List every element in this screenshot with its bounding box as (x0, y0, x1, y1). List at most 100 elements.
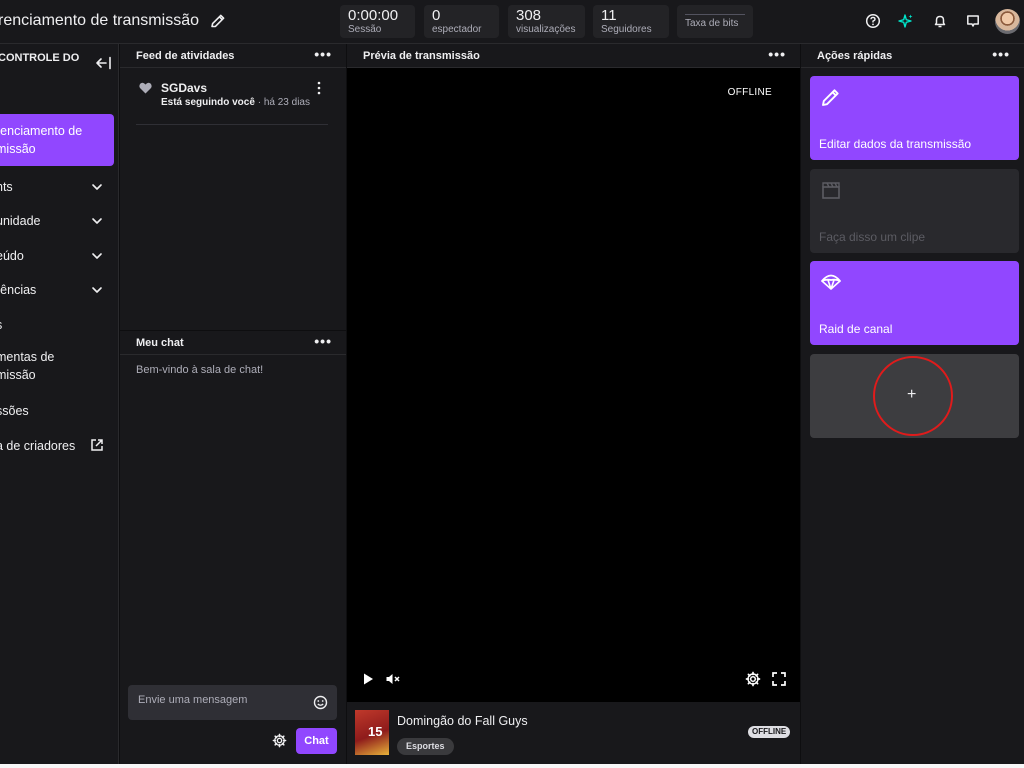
kebab-menu-icon[interactable] (316, 81, 322, 95)
stat-followers[interactable]: 11 Seguidores (593, 5, 669, 38)
quick-actions-panel: Ações rápidas ••• Editar dados da transm… (801, 44, 1024, 764)
quick-action-label: Editar dados da transmissão (819, 137, 972, 151)
help-icon[interactable] (863, 11, 883, 31)
sidebar-item-label: rências (0, 283, 37, 297)
stat-session[interactable]: 0:00:00 Sessão (340, 5, 415, 38)
fullscreen-icon[interactable] (771, 671, 787, 687)
edit-title-button[interactable] (209, 12, 227, 30)
make-clip-button[interactable]: Faça disso um clipe (810, 169, 1019, 253)
sidebar-item-events[interactable]: nts (0, 174, 114, 200)
sidebar-item-label: ssões (0, 404, 29, 418)
pencil-icon (822, 89, 839, 106)
category-thumbnail[interactable]: 15 (355, 710, 389, 755)
bottom-edge (0, 764, 1024, 768)
more-options-icon[interactable]: ••• (992, 47, 1010, 61)
stat-views[interactable]: 308 visualizações (508, 5, 585, 38)
parachute-icon (821, 274, 841, 290)
sidebar-item-label: s (0, 316, 2, 334)
stat-session-value: 0:00:00 (348, 7, 399, 24)
stat-bitrate-label: Taxa de bits (685, 18, 739, 29)
chat-message-input[interactable] (138, 694, 303, 706)
sidebar-item-extensions[interactable]: ssões (0, 398, 114, 424)
stat-followers-value: 11 (601, 7, 617, 24)
activity-separator: · (257, 97, 262, 108)
stat-bitrate[interactable]: Taxa de bits (677, 5, 753, 38)
activity-description: Está seguindo você · há 23 dias (161, 97, 310, 108)
collapse-sidebar-icon[interactable] (95, 55, 113, 71)
chat-welcome-message: Bem-vindo à sala de chat! (136, 364, 264, 376)
activity-action: Está seguindo você (161, 97, 255, 108)
video-player[interactable]: OFFLINE (347, 68, 800, 702)
activity-feed-panel: Feed de atividades ••• SGDavs Está segui… (120, 44, 346, 330)
offline-label: OFFLINE (727, 87, 772, 98)
activity-feed-title: Feed de atividades (136, 50, 235, 62)
quick-action-label: Raid de canal (819, 322, 893, 336)
more-options-icon[interactable]: ••• (314, 47, 332, 61)
avatar[interactable] (995, 9, 1020, 34)
inbox-icon[interactable] (963, 11, 983, 31)
sidebar-item-preferences[interactable]: rências (0, 277, 114, 303)
top-bar: renciamento de transmissão 0:00:00 Sessã… (0, 0, 1024, 44)
more-options-icon[interactable]: ••• (768, 47, 786, 61)
category-tag[interactable]: Esportes (397, 738, 454, 755)
emoji-icon[interactable] (313, 695, 328, 710)
sidebar-item-label: renciamento de missão (0, 124, 83, 156)
sidebar-item-label: eúdo (0, 249, 24, 263)
mute-icon[interactable] (385, 671, 401, 687)
settings-icon[interactable] (745, 671, 761, 687)
stat-views-value: 308 (516, 7, 542, 24)
activity-feed-header: Feed de atividades ••• (120, 44, 346, 68)
sparkle-icon[interactable] (896, 11, 916, 31)
stream-preview-title: Prévia de transmissão (363, 50, 480, 62)
sidebar-item-content[interactable]: eúdo (0, 243, 114, 269)
chevron-down-icon (92, 287, 102, 293)
activity-username[interactable]: SGDavs (161, 81, 207, 95)
bitrate-graph (685, 14, 745, 15)
chat-header: Meu chat ••• (120, 331, 346, 355)
external-link-icon (91, 439, 103, 451)
sidebar-item-stream-tools[interactable]: mentas de missão (0, 346, 114, 386)
thumbnail-number: 15 (368, 724, 383, 739)
sidebar-item-creator-camp[interactable]: a de criadores (0, 433, 114, 459)
sidebar-item-stream-manager[interactable]: renciamento de missão (0, 114, 114, 166)
chevron-down-icon (92, 184, 102, 190)
clapper-icon (822, 182, 840, 199)
chat-input-box[interactable] (128, 685, 337, 720)
sidebar: CONTROLE DO renciamento de missão nts un… (0, 44, 119, 764)
stat-viewers[interactable]: 0 espectador (424, 5, 499, 38)
chat-send-button[interactable]: Chat (296, 728, 337, 754)
highlight-ring (873, 356, 953, 436)
sidebar-item-label: nts (0, 180, 13, 194)
sidebar-item-label: a de criadores (0, 439, 76, 453)
stream-preview-header: Prévia de transmissão ••• (347, 44, 800, 68)
page-title: renciamento de transmissão (0, 12, 199, 29)
more-options-icon[interactable]: ••• (314, 334, 332, 348)
add-quick-action-button[interactable]: + (810, 354, 1019, 438)
chat-panel: Meu chat ••• Bem-vindo à sala de chat! C… (120, 331, 346, 764)
edit-stream-info-button[interactable]: Editar dados da transmissão (810, 76, 1019, 160)
quick-actions-title: Ações rápidas (817, 50, 893, 62)
stat-session-label: Sessão (348, 24, 382, 35)
list-item: SGDavs Está seguindo você · há 23 dias (136, 81, 328, 125)
sidebar-item-community[interactable]: unidade (0, 208, 114, 234)
play-icon[interactable] (360, 671, 376, 687)
stream-info: 15 Domingão do Fall Guys Esportes OFFLIN… (347, 702, 800, 764)
stat-views-label: visualizações (516, 24, 576, 35)
quick-actions-header: Ações rápidas ••• (801, 44, 1024, 68)
stat-viewers-value: 0 (432, 7, 441, 24)
sidebar-item-label: unidade (0, 214, 41, 228)
status-badge: OFFLINE (748, 726, 791, 738)
chevron-down-icon (92, 253, 102, 259)
sidebar-item-label: mentas de missão (0, 350, 55, 382)
stream-preview-panel: Prévia de transmissão ••• OFFLINE 15 Dom… (347, 44, 800, 764)
raid-channel-button[interactable]: Raid de canal (810, 261, 1019, 345)
heart-icon (139, 82, 152, 94)
stream-title: Domingão do Fall Guys (397, 714, 528, 728)
chevron-down-icon (92, 218, 102, 224)
chat-title: Meu chat (136, 337, 184, 349)
bell-icon[interactable] (930, 11, 950, 31)
quick-action-label: Faça disso um clipe (819, 230, 926, 244)
stat-viewers-label: espectador (432, 24, 482, 35)
sidebar-item-short[interactable]: s (0, 312, 114, 338)
chat-settings-icon[interactable] (272, 733, 287, 748)
